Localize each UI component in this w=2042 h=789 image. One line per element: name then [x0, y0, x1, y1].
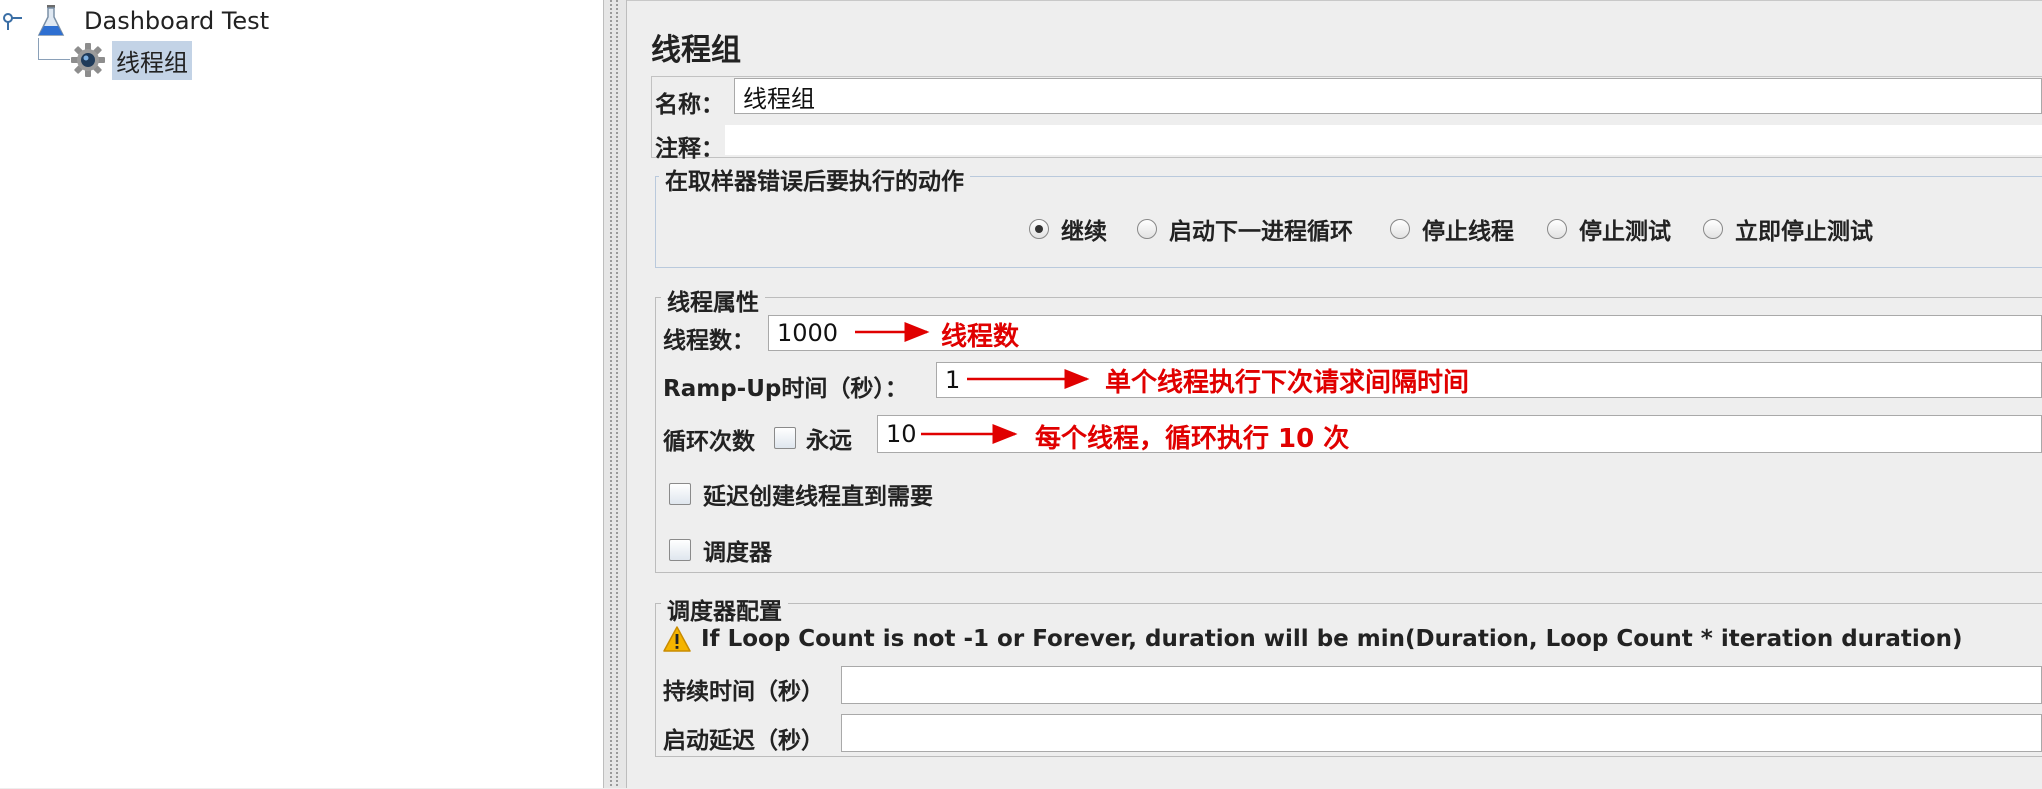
- tree-connector: [38, 59, 70, 60]
- tree-connector: [38, 38, 39, 60]
- test-plan-tree[interactable]: Dashboard Test 线程组: [0, 0, 603, 788]
- annotation-loop: 每个线程，循环执行 10 次: [1035, 424, 1350, 454]
- split-pane-divider[interactable]: [603, 0, 627, 788]
- tree-handle-icon[interactable]: [2, 10, 24, 32]
- splitter-grip: [610, 0, 612, 788]
- thread-group-panel: 线程组 名称： 线程组 注释： 在取样器错误后要执行的动作 继续 启动下一进程循…: [627, 0, 2042, 788]
- splitter-grip: [616, 0, 618, 788]
- annotation-rampup: 单个线程执行下次请求间隔时间: [1105, 368, 1470, 398]
- tree-node-root[interactable]: Dashboard Test: [2, 4, 269, 38]
- flask-icon: [37, 5, 65, 36]
- tree-node-thread-group[interactable]: 线程组: [70, 40, 192, 80]
- tree-root-label[interactable]: Dashboard Test: [84, 7, 269, 35]
- annotation-threads: 线程数: [941, 322, 1020, 352]
- tree-child-label[interactable]: 线程组: [112, 40, 192, 80]
- gear-icon: [71, 43, 105, 77]
